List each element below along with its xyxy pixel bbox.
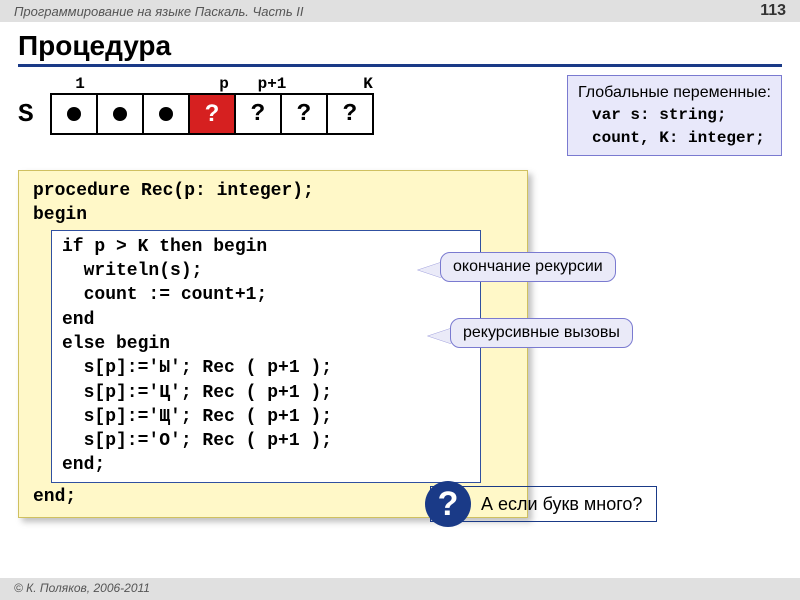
cell-current-p: ?	[188, 93, 236, 135]
question-text: А если букв много?	[481, 490, 656, 519]
content: Процедура 1 p p+1 K S ? ? ? ?	[0, 22, 800, 518]
top-row: 1 p p+1 K S ? ? ? ? Глобальные переменны…	[18, 75, 782, 156]
cell-unknown-1: ?	[234, 93, 282, 135]
globals-line2: count, K: integer;	[578, 127, 771, 149]
idx-blank3	[296, 75, 344, 93]
code-l3: end;	[33, 487, 76, 507]
idx-p1: p+1	[248, 75, 296, 93]
page-title: Процедура	[18, 30, 782, 67]
code-inner: if p > K then begin writeln(s); count :=…	[51, 230, 481, 483]
idx-p: p	[200, 75, 248, 93]
callout-tail-1	[418, 262, 442, 278]
question-icon: ?	[425, 481, 471, 527]
array-index-labels: 1 p p+1 K	[56, 75, 392, 93]
idx-blank2	[152, 75, 200, 93]
idx-K: K	[344, 75, 392, 93]
globals-title: Глобальные переменные:	[578, 82, 771, 104]
cell-filled-1	[50, 93, 98, 135]
question-box: ? А если букв много?	[430, 486, 657, 522]
callout-tail-2	[428, 328, 452, 344]
globals-line1: var s: string;	[578, 104, 771, 126]
code-l2: begin	[33, 205, 87, 225]
cell-filled-2	[96, 93, 144, 135]
cell-unknown-3: ?	[326, 93, 374, 135]
header-left: Программирование на языке Паскаль. Часть…	[14, 4, 304, 19]
array-name: S	[18, 99, 52, 129]
globals-box: Глобальные переменные: var s: string; co…	[567, 75, 782, 156]
cell-filled-3	[142, 93, 190, 135]
idx-blank	[104, 75, 152, 93]
idx-1: 1	[56, 75, 104, 93]
code-l1: procedure Rec(p: integer);	[33, 181, 314, 201]
header-band: Программирование на языке Паскаль. Часть…	[0, 0, 800, 22]
page-number: 113	[760, 2, 786, 20]
cell-unknown-2: ?	[280, 93, 328, 135]
callout-recursion-end: окончание рекурсии	[440, 252, 616, 282]
footer: © К. Поляков, 2006-2011	[0, 578, 800, 600]
array-cells: S ? ? ? ?	[18, 93, 392, 135]
array-diagram: 1 p p+1 K S ? ? ? ?	[18, 75, 392, 135]
callout-recursive-calls: рекурсивные вызовы	[450, 318, 633, 348]
